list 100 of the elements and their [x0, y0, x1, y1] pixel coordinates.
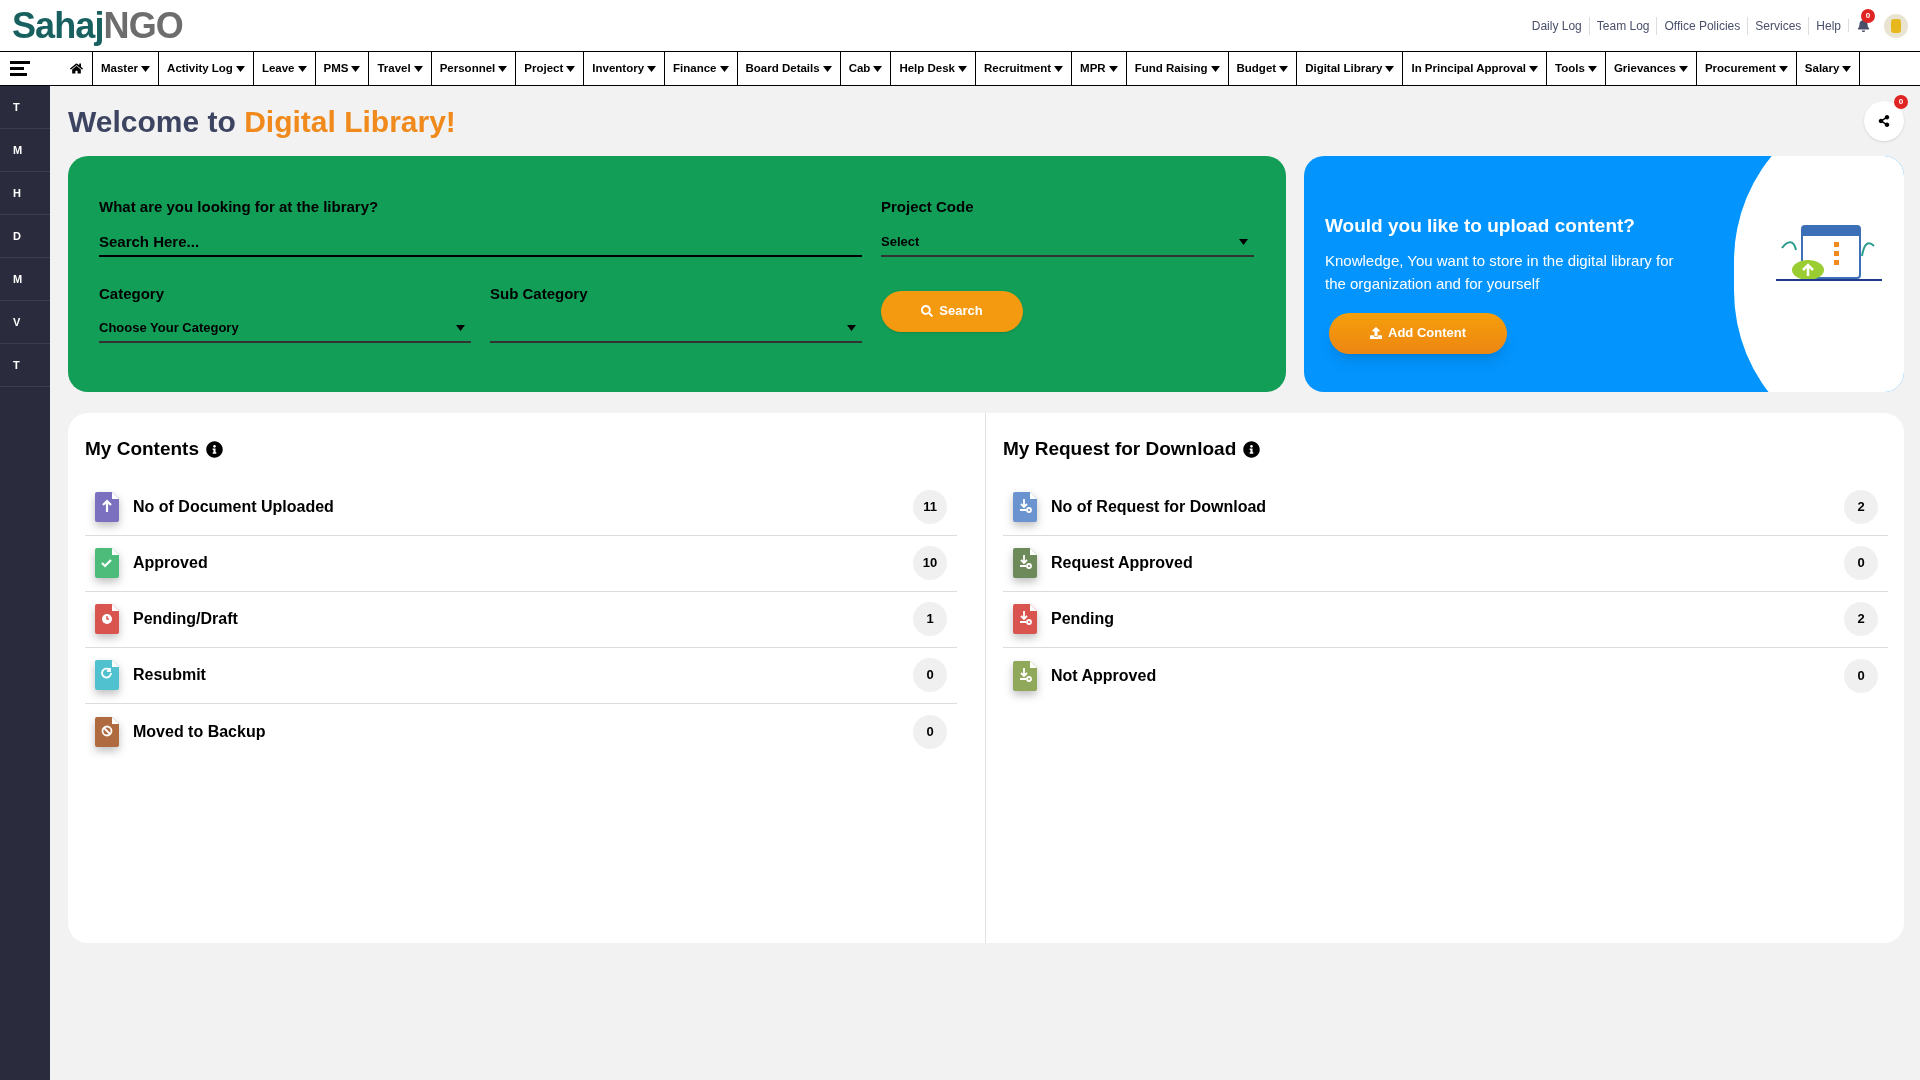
notification-bell-icon[interactable] — [1857, 19, 1870, 32]
project-code-select[interactable]: Select — [881, 228, 1254, 257]
search-icon — [921, 305, 934, 317]
nav-menu-item[interactable]: Fund Raising — [1126, 52, 1229, 85]
stat-label: Pending/Draft — [133, 609, 239, 629]
home-glyph-icon — [69, 62, 83, 75]
share-icon — [1878, 115, 1890, 127]
caret-icon — [958, 65, 967, 72]
upload-icon — [1370, 327, 1382, 339]
stat-label: No of Request for Download — [1051, 497, 1268, 517]
nav-menu-item[interactable]: Finance — [665, 52, 738, 85]
field-label: What are you looking for at the library? — [99, 197, 380, 217]
nav-menu-item[interactable]: Inventory — [584, 52, 666, 85]
stat-label: Pending — [1051, 609, 1116, 629]
stat-count: 0 — [1844, 546, 1878, 580]
nav-menu-item[interactable]: Board Details — [737, 52, 841, 85]
nav-menu-item[interactable]: Travel — [369, 52, 432, 85]
field-label: Project Code — [881, 197, 975, 217]
notification-badge: 0 — [1861, 9, 1875, 23]
nav-menu-item[interactable]: Project — [516, 52, 585, 85]
nav-menu-item[interactable]: PMS — [315, 52, 370, 85]
nav-menu-item[interactable]: Budget — [1228, 52, 1298, 85]
category-select[interactable]: Choose Your Category — [99, 315, 471, 343]
caret-icon — [1778, 65, 1788, 72]
caret-icon — [822, 65, 832, 72]
nav-menu-item[interactable]: Personnel — [431, 52, 517, 85]
sidebar-item[interactable]: D — [0, 215, 50, 258]
caret-icon — [297, 65, 307, 72]
nav-menu-item[interactable]: Recruitment — [976, 52, 1073, 85]
header-link[interactable]: Team Log — [1588, 16, 1657, 35]
stat-count: 0 — [913, 658, 947, 692]
caret-icon — [1054, 65, 1064, 72]
nav-menu-item[interactable]: MPR — [1072, 52, 1127, 85]
caret-icon — [1239, 238, 1248, 245]
panel-title: My Contents — [85, 437, 199, 461]
nav-menu-item[interactable]: Digital Library — [1297, 52, 1404, 85]
upload-description: Knowledge, You want to store in the digital library for the organization and for yourself — [1325, 250, 1675, 294]
stat-label: Not Approved — [1051, 665, 1158, 686]
caret-icon — [1210, 65, 1220, 72]
stat-label: No of Document Uploaded — [133, 497, 335, 517]
sidebar-item[interactable]: M — [0, 129, 50, 172]
caret-icon — [235, 65, 245, 72]
stat-count: 0 — [1844, 658, 1878, 693]
sidebar-item[interactable]: T — [0, 344, 50, 387]
header-link[interactable]: Services — [1747, 16, 1809, 35]
stat-count: 10 — [913, 546, 947, 580]
nav-menu-item[interactable]: Activity Log — [159, 52, 254, 85]
logo[interactable]: SahajNGO — [12, 7, 183, 44]
stat-count: 2 — [1844, 602, 1878, 636]
sidebar-item[interactable]: V — [0, 301, 50, 344]
page-title: Welcome to Digital Library! — [68, 103, 456, 140]
caret-icon — [847, 325, 856, 331]
nav-menu-item[interactable]: Procurement — [1696, 52, 1797, 85]
sidebar-item[interactable]: M — [0, 258, 50, 301]
caret-icon — [647, 65, 657, 72]
nav-menu-item[interactable]: Salary — [1796, 52, 1861, 85]
nav-menu-item[interactable]: Master — [93, 52, 160, 85]
header-link[interactable]: Office Policies — [1656, 16, 1748, 35]
stat-label: Approved — [133, 553, 209, 573]
sidebar-item[interactable]: H — [0, 172, 50, 215]
nav-menu-item[interactable]: Tools — [1547, 52, 1606, 85]
caret-icon — [498, 65, 508, 72]
caret-icon — [719, 65, 729, 72]
field-label: Sub Category — [490, 283, 589, 304]
nav-menu-item[interactable]: In Principal Approval — [1403, 52, 1548, 85]
stat-label: Moved to Backup — [133, 721, 267, 742]
share-button[interactable] — [1864, 101, 1904, 141]
nav-menu-item[interactable]: Cab — [840, 52, 892, 85]
search-field[interactable]: Search Here... — [99, 228, 862, 257]
caret-icon — [1529, 65, 1539, 72]
stat-label: Resubmit — [133, 665, 207, 685]
caret-icon — [1279, 65, 1289, 72]
stat-count: 1 — [913, 602, 947, 636]
sidebar-item[interactable]: T — [0, 86, 50, 129]
caret-icon — [1842, 65, 1852, 72]
caret-icon — [351, 65, 361, 72]
info-icon[interactable] — [206, 440, 223, 458]
panel-title: My Request for Download — [1003, 437, 1237, 461]
caret-icon — [456, 325, 465, 331]
stat-count: 0 — [913, 714, 947, 749]
nav-menu-item[interactable]: Grievances — [1605, 52, 1697, 85]
caret-icon — [1108, 65, 1118, 72]
info-icon[interactable] — [1243, 440, 1261, 458]
caret-icon — [1385, 65, 1395, 72]
caret-icon — [1587, 65, 1597, 72]
caret-icon — [873, 65, 883, 72]
caret-icon — [141, 65, 151, 72]
nav-menu-item[interactable]: Leave — [253, 52, 316, 85]
stat-label: Request Approved — [1051, 553, 1194, 573]
stat-count: 2 — [1844, 490, 1878, 524]
header-link[interactable]: Daily Log — [1524, 16, 1589, 35]
upload-title: Would you like to upload content? — [1325, 214, 1636, 238]
caret-icon — [566, 65, 576, 72]
header-link[interactable]: Help — [1808, 16, 1848, 35]
caret-icon — [413, 65, 423, 72]
share-badge: 0 — [1894, 95, 1908, 109]
nav-menu-item[interactable]: Help Desk — [891, 52, 976, 85]
field-label: Category — [99, 283, 166, 304]
caret-icon — [1678, 65, 1688, 72]
stat-count: 11 — [913, 490, 947, 524]
